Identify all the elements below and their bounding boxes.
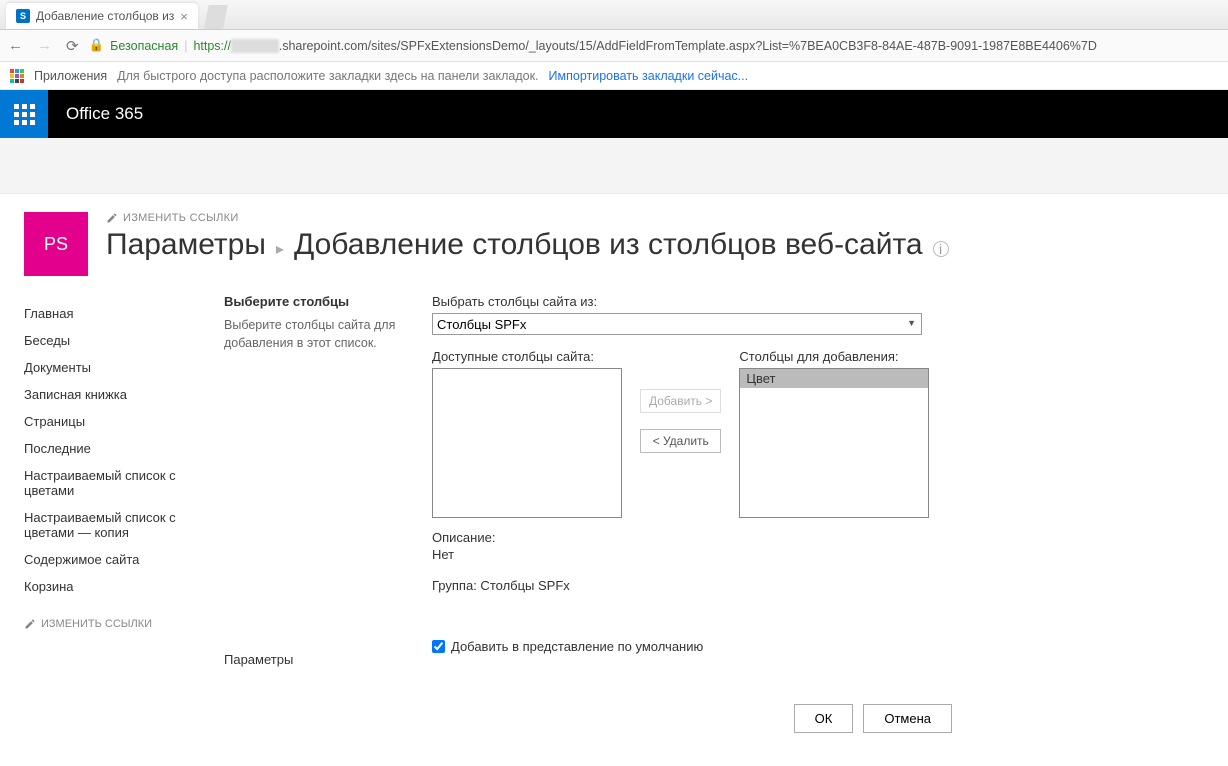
waffle-icon <box>14 104 35 125</box>
pencil-icon <box>24 618 36 630</box>
to-add-columns-listbox[interactable]: Цвет <box>739 368 929 518</box>
secure-label: Безопасная <box>110 39 178 53</box>
reload-icon[interactable]: ⟳ <box>66 37 79 55</box>
ribbon-area <box>0 138 1228 194</box>
left-navigation: Главная Беседы Документы Записная книжка… <box>24 294 204 733</box>
nav-custom-list-colors[interactable]: Настраиваемый список с цветами <box>24 462 204 504</box>
address-bar[interactable]: 🔒 Безопасная | https://xxxxxxx.sharepoin… <box>89 38 1220 53</box>
edit-links-top[interactable]: ИЗМЕНИТЬ ССЫЛКИ <box>106 212 1204 224</box>
apps-label[interactable]: Приложения <box>34 69 107 83</box>
checkbox-label: Добавить в представление по умолчанию <box>451 639 703 654</box>
import-bookmarks-link[interactable]: Импортировать закладки сейчас... <box>549 69 749 83</box>
nav-recycle-bin[interactable]: Корзина <box>24 573 204 600</box>
back-icon[interactable]: ← <box>8 37 23 55</box>
lock-icon: 🔒 <box>89 38 105 53</box>
tab-title: Добавление столбцов из <box>36 9 174 23</box>
cancel-button[interactable]: Отмена <box>863 704 952 733</box>
group-line: Группа: Столбцы SPFx <box>432 578 1204 593</box>
nav-documents[interactable]: Документы <box>24 354 204 381</box>
description-label: Описание: <box>432 530 1204 545</box>
add-to-default-view-checkbox[interactable] <box>432 640 445 653</box>
section-description: Выберите столбцы сайта для добавления в … <box>224 317 414 352</box>
nav-notebook[interactable]: Записная книжка <box>24 381 204 408</box>
column-group-select[interactable]: Столбцы SPFx <box>432 313 922 335</box>
suite-bar: Office 365 <box>0 90 1228 138</box>
select-group-label: Выбрать столбцы сайта из: <box>432 294 1204 309</box>
forward-icon[interactable]: → <box>37 37 52 55</box>
apps-icon[interactable] <box>10 69 24 83</box>
title-page: Добавление столбцов из столбцов веб-сайт… <box>294 228 923 262</box>
nav-home[interactable]: Главная <box>24 300 204 327</box>
nav-conversations[interactable]: Беседы <box>24 327 204 354</box>
ok-button[interactable]: ОК <box>794 704 854 733</box>
site-logo[interactable]: PS <box>24 212 88 276</box>
edit-links-bottom[interactable]: ИЗМЕНИТЬ ССЫЛКИ <box>24 618 204 630</box>
new-tab-button[interactable] <box>204 5 228 29</box>
url-text: https://xxxxxxx.sharepoint.com/sites/SPF… <box>193 39 1096 53</box>
add-button[interactable]: Добавить > <box>640 389 721 413</box>
app-launcher-button[interactable] <box>0 90 48 138</box>
bookmarks-bar: Приложения Для быстрого доступа располож… <box>0 62 1228 90</box>
nav-recent[interactable]: Последние <box>24 435 204 462</box>
sharepoint-favicon: S <box>16 9 30 23</box>
remove-button[interactable]: < Удалить <box>640 429 721 453</box>
list-item[interactable]: Цвет <box>740 369 928 388</box>
available-columns-label: Доступные столбцы сайта: <box>432 349 622 364</box>
to-add-columns-label: Столбцы для добавления: <box>739 349 929 364</box>
nav-site-contents[interactable]: Содержимое сайта <box>24 546 204 573</box>
nav-pages[interactable]: Страницы <box>24 408 204 435</box>
available-columns-listbox[interactable] <box>432 368 622 518</box>
bookmarks-hint: Для быстрого доступа расположите закладк… <box>117 69 538 83</box>
description-value: Нет <box>432 547 1204 562</box>
browser-tab[interactable]: S Добавление столбцов из × <box>6 3 198 29</box>
nav-custom-list-colors-copy[interactable]: Настраиваемый список с цветами — копия <box>24 504 204 546</box>
title-settings[interactable]: Параметры <box>106 228 266 262</box>
info-icon[interactable]: i <box>933 241 949 257</box>
browser-toolbar: ← → ⟳ 🔒 Безопасная | https://xxxxxxx.sha… <box>0 30 1228 62</box>
browser-tab-strip: S Добавление столбцов из × <box>0 0 1228 30</box>
page-title: Параметры ▸ Добавление столбцов из столб… <box>106 228 1204 262</box>
close-icon[interactable]: × <box>180 9 188 24</box>
pencil-icon <box>106 212 118 224</box>
section-heading-options: Параметры <box>224 652 414 667</box>
suite-brand[interactable]: Office 365 <box>48 104 161 124</box>
breadcrumb-separator-icon: ▸ <box>276 239 284 259</box>
section-heading-select-columns: Выберите столбцы <box>224 294 414 309</box>
